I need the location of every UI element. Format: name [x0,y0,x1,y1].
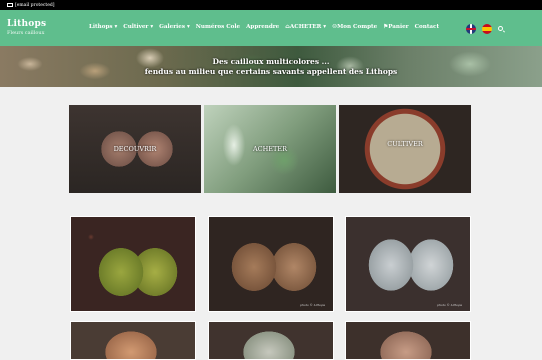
envelope-icon [7,3,13,7]
tile-decouvrir[interactable]: DECOUVRIR [69,105,201,193]
hero-heading: Des cailloux multicolores ... [212,57,330,66]
tile-label: CULTIVER [387,140,423,148]
nav-acheter[interactable]: ⌂ACHETER ▾ [285,24,326,30]
tile-label: ACHETER [252,145,288,153]
nav-cultiver[interactable]: Cultiver ▾ [123,24,153,30]
nav-apprendre[interactable]: Apprendre [246,24,279,30]
hero-banner: Des cailloux multicolores ... fendus au … [0,46,542,87]
contact-email[interactable]: [email protected] [15,3,55,8]
lithops-photo[interactable] [70,321,196,360]
search-icon[interactable] [498,26,503,31]
main-nav: Lithops ▾ Cultiver ▾ Galeries ▾ Numéros … [89,24,439,30]
site-subtitle: Fleurs cailloux [7,30,45,36]
nav-panier[interactable]: ⚑Panier [383,24,408,30]
lithops-photo[interactable]: photo © Lithops [208,216,334,312]
tile-cultiver[interactable]: CULTIVER [339,105,471,193]
spanish-flag-icon[interactable] [482,24,492,34]
nav-lithops[interactable]: Lithops ▾ [89,24,117,30]
lithops-photo[interactable]: photo © Lithops [345,216,471,312]
photo-credit: photo © Lithops [300,303,325,307]
nav-numeros-cole[interactable]: Numéros Cole [196,24,240,30]
lithops-photo[interactable] [345,321,471,360]
top-bar: [email protected] [0,0,542,10]
site-header: Lithops Fleurs cailloux Lithops ▾ Cultiv… [0,10,542,46]
site-logo[interactable]: Lithops Fleurs cailloux [7,19,46,36]
nav-galeries[interactable]: Galeries ▾ [159,24,190,30]
tile-acheter[interactable]: ACHETER [204,105,336,193]
nav-contact[interactable]: Contact [415,24,439,30]
photo-credit: photo © Lithops [437,303,462,307]
hero-subheading: fendus au milieu que certains savants ap… [144,67,398,76]
lithops-photo[interactable] [208,321,334,360]
nav-mon-compte[interactable]: ☺Mon Compte [332,24,377,30]
english-flag-icon[interactable] [466,24,476,34]
lithops-photo[interactable] [70,216,196,312]
tile-label: DECOUVRIR [113,145,157,153]
site-title: Lithops [7,19,47,29]
